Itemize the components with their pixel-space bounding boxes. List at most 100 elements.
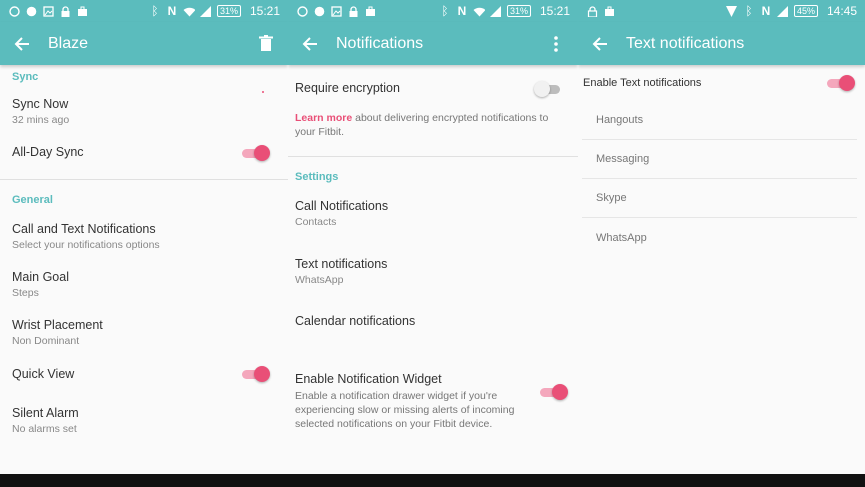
arrow-left-icon[interactable] — [300, 34, 320, 54]
bluetooth-icon: ᛒ — [151, 4, 159, 18]
quick-view-item[interactable]: Quick View — [0, 366, 288, 406]
nfc-icon: N — [167, 4, 177, 18]
app-item-hangouts[interactable]: Hangouts — [582, 101, 857, 140]
nfc-icon: N — [761, 4, 771, 18]
notification-widget-subtitle: Enable a notification drawer widget if y… — [295, 390, 515, 430]
app-bar: Blaze — [0, 22, 288, 65]
app-item-messaging[interactable]: Messaging — [582, 140, 857, 179]
navigation-bar — [0, 474, 865, 487]
wrist-placement-title: Wrist Placement — [12, 318, 103, 332]
status-bar: ᛒ N 31% 15:21 — [0, 0, 288, 22]
briefcase-icon — [364, 5, 376, 17]
learn-more-link[interactable]: Learn more — [295, 112, 352, 124]
app-label: Messaging — [596, 153, 650, 165]
arrow-left-icon[interactable] — [590, 34, 610, 54]
text-notifications-screen: ᛒ N 45% 14:45 Text notifications Enable … — [578, 0, 865, 474]
wifi-icon — [473, 5, 485, 17]
sync-now-subtitle: 32 mins ago — [12, 114, 70, 126]
arrow-left-icon[interactable] — [12, 34, 32, 54]
main-goal-subtitle: Steps — [12, 287, 39, 299]
silent-alarm-subtitle: No alarms set — [12, 423, 77, 435]
silent-alarm-item[interactable]: Silent Alarm No alarms set — [0, 406, 288, 452]
section-header-general: General — [12, 194, 53, 206]
bluetooth-icon: ᛒ — [745, 4, 753, 18]
app-bar: Text notifications — [578, 22, 865, 65]
enable-text-notifications-toggle[interactable] — [827, 75, 855, 91]
app-item-skype[interactable]: Skype — [582, 179, 857, 218]
call-text-title: Call and Text Notifications — [12, 222, 156, 236]
image-icon — [42, 5, 54, 17]
call-text-notifications-item[interactable]: Call and Text Notifications Select your … — [0, 222, 288, 270]
notification-widget-title: Enable Notification Widget — [295, 372, 442, 386]
notification-widget-toggle[interactable] — [540, 384, 568, 400]
briefcase-icon — [76, 5, 88, 17]
call-notifications-title: Call Notifications — [295, 199, 389, 213]
require-encryption-toggle[interactable] — [534, 81, 562, 97]
clock: 15:21 — [539, 4, 570, 18]
clock: 14:45 — [826, 4, 857, 18]
section-header-settings: Settings — [295, 171, 339, 183]
page-title: Notifications — [336, 34, 424, 52]
calendar-notifications-item[interactable]: Calendar notifications — [288, 314, 578, 372]
quick-view-toggle[interactable] — [242, 366, 270, 382]
call-notifications-subtitle: Contacts — [295, 216, 337, 228]
signal-icon — [200, 5, 212, 17]
require-encryption-title: Require encryption — [295, 81, 400, 95]
sync-now-title: Sync Now — [12, 97, 69, 111]
battery-indicator: 31% — [506, 5, 531, 17]
app-item-whatsapp[interactable]: WhatsApp — [582, 218, 857, 257]
wrist-placement-item[interactable]: Wrist Placement Non Dominant — [0, 318, 288, 366]
main-goal-item[interactable]: Main Goal Steps — [0, 270, 288, 318]
text-notifications-item[interactable]: Text notifications WhatsApp — [288, 257, 578, 314]
clock: 15:21 — [249, 4, 280, 18]
messenger-icon — [313, 5, 325, 17]
encryption-description: Learn more about delivering encrypted no… — [288, 111, 578, 156]
lock-icon — [59, 5, 71, 17]
app-label: Hangouts — [596, 114, 644, 126]
all-day-sync-title: All-Day Sync — [12, 145, 84, 159]
signal-icon — [777, 5, 789, 17]
app-label: Skype — [596, 192, 627, 204]
section-header-sync: Sync — [12, 71, 39, 83]
sync-indicator-dot — [262, 91, 264, 93]
calendar-notifications-title: Calendar notifications — [295, 314, 416, 328]
messenger-icon — [25, 5, 37, 17]
page-title: Text notifications — [626, 34, 745, 52]
quick-view-title: Quick View — [12, 367, 75, 381]
trash-icon[interactable] — [256, 34, 276, 54]
page-title: Blaze — [48, 34, 89, 52]
image-icon — [330, 5, 342, 17]
status-bar: ᛒ N 45% 14:45 — [578, 0, 865, 22]
text-notifications-title: Text notifications — [295, 257, 388, 271]
nfc-icon: N — [457, 4, 467, 18]
app-label: WhatsApp — [596, 231, 647, 244]
notifications-screen: ᛒ N 31% 15:21 Notifications Require encr… — [288, 0, 578, 474]
all-day-sync-item[interactable]: All-Day Sync — [0, 135, 288, 179]
notification-widget-item[interactable]: Enable Notification Widget Enable a noti… — [288, 372, 578, 442]
status-bar: ᛒ N 31% 15:21 — [288, 0, 578, 22]
whatsapp-icon — [8, 5, 20, 17]
all-day-sync-toggle[interactable] — [242, 145, 270, 161]
more-vert-icon[interactable] — [546, 34, 566, 54]
main-goal-title: Main Goal — [12, 270, 69, 284]
lock-icon — [347, 5, 359, 17]
battery-indicator: 45% — [793, 5, 818, 17]
wrist-placement-subtitle: Non Dominant — [12, 335, 80, 347]
blaze-settings-screen: ᛒ N 31% 15:21 Blaze Sync Sync Now 32 min… — [0, 0, 288, 474]
require-encryption-item[interactable]: Require encryption — [288, 81, 578, 111]
signal-icon — [490, 5, 502, 17]
bluetooth-icon: ᛒ — [441, 4, 449, 18]
sync-now-item[interactable]: Sync Now 32 mins ago — [0, 91, 288, 135]
app-bar: Notifications — [288, 22, 578, 65]
data-saver-icon — [726, 5, 738, 17]
enable-text-notifications-item[interactable]: Enable Text notifications — [578, 65, 865, 101]
call-text-subtitle: Select your notifications options — [12, 239, 160, 251]
whatsapp-icon — [296, 5, 308, 17]
text-notifications-subtitle: WhatsApp — [295, 274, 344, 286]
wifi-icon — [183, 5, 195, 17]
briefcase-icon — [603, 5, 615, 17]
enable-text-notifications-title: Enable Text notifications — [583, 77, 702, 89]
call-notifications-item[interactable]: Call Notifications Contacts — [288, 199, 578, 257]
lock-icon — [586, 5, 598, 17]
silent-alarm-title: Silent Alarm — [12, 406, 79, 420]
